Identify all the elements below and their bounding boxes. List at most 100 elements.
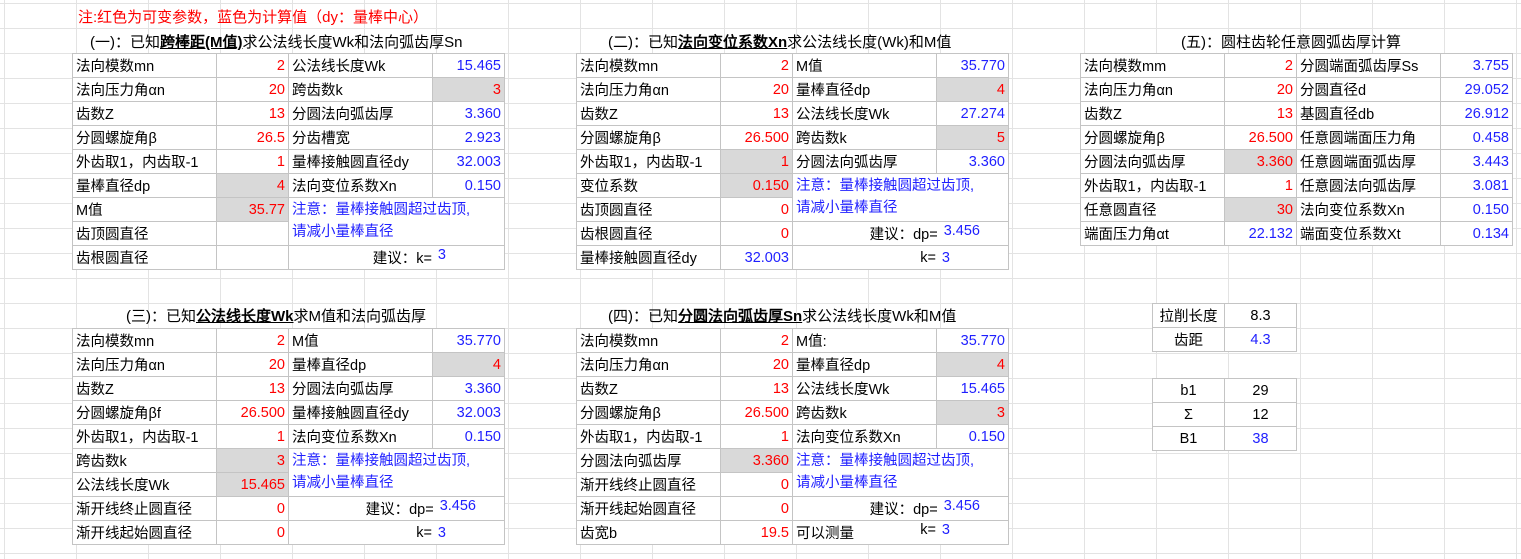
cell-label[interactable]: 法向模数mn (72, 53, 217, 78)
cell-calc[interactable]: 29.052 (1440, 77, 1513, 102)
cell-calc[interactable]: 15.465 (936, 376, 1009, 401)
cell-input[interactable]: 15.465 (216, 472, 289, 497)
cell-input[interactable]: 19.5 (720, 520, 793, 545)
cell-calc[interactable]: 3.081 (1440, 173, 1513, 198)
cell-input[interactable]: 3 (432, 77, 505, 102)
cell-label[interactable]: 量棒直径dp (792, 77, 937, 102)
cell-label[interactable]: 分圆螺旋角β (576, 125, 721, 150)
cell-label[interactable]: 分圆直径d (1296, 77, 1441, 102)
cell-input[interactable]: 30 (1224, 197, 1297, 222)
cell-label[interactable]: 任意圆端面弧齿厚 (1296, 149, 1441, 174)
cell-label[interactable]: 公法线长度Wk (792, 101, 937, 126)
cell-label[interactable]: 量棒直径dp (288, 352, 433, 377)
cell-input[interactable]: 0 (720, 496, 793, 521)
cell-label[interactable]: 法向模数mm (1080, 53, 1225, 78)
cell-input[interactable]: 26.5 (216, 125, 289, 150)
cell-label[interactable]: 基圆直径db (1296, 101, 1441, 126)
cell-label[interactable]: 法向压力角αn (72, 352, 217, 377)
suggestion-cell[interactable]: 建议：dp= 3.456 (792, 496, 1009, 521)
cell-input[interactable]: 1 (1224, 173, 1297, 198)
cell-calc[interactable]: 35.770 (936, 328, 1009, 353)
cell-label[interactable]: 分圆端面弧齿厚Ss (1296, 53, 1441, 78)
cell-label[interactable]: 分圆螺旋角β (72, 125, 217, 150)
cell-input[interactable]: 20 (720, 77, 793, 102)
cell-label[interactable]: 端面变位系数Xt (1296, 221, 1441, 246)
cell-label[interactable]: 分齿槽宽 (288, 125, 433, 150)
cell-input[interactable]: 13 (216, 101, 289, 126)
cell-calc[interactable]: 0.150 (432, 424, 505, 449)
cell-value[interactable]: 8.3 (1224, 303, 1297, 328)
cell-input[interactable]: 5 (936, 125, 1009, 150)
cell-input[interactable]: 1 (720, 149, 793, 174)
cell-label[interactable]: 端面压力角αt (1080, 221, 1225, 246)
cell-input[interactable]: 2 (720, 53, 793, 78)
cell-label[interactable]: Σ (1152, 402, 1225, 427)
cell-value[interactable]: 29 (1224, 378, 1297, 403)
cell-label[interactable]: 齿顶圆直径 (576, 197, 721, 222)
cell-input[interactable]: 2 (216, 328, 289, 353)
cell-input[interactable]: 2 (720, 328, 793, 353)
cell-calc[interactable]: 38 (1224, 426, 1297, 451)
cell-input[interactable]: 20 (720, 352, 793, 377)
cell-input[interactable]: 2 (216, 53, 289, 78)
cell-label[interactable]: M值 (288, 328, 433, 353)
cell-label[interactable]: 法向模数mn (72, 328, 217, 353)
suggestion-cell[interactable]: 建议：k= 3 (288, 245, 505, 270)
cell-label[interactable]: 分圆法向弧齿厚 (576, 448, 721, 473)
cell-label[interactable]: 渐开线起始圆直径 (72, 520, 217, 545)
cell-label[interactable]: 渐开线起始圆直径 (576, 496, 721, 521)
cell-calc[interactable]: 0.134 (1440, 221, 1513, 246)
cell-calc[interactable]: 26.912 (1440, 101, 1513, 126)
cell-label[interactable]: 齿数Z (576, 101, 721, 126)
cell-input[interactable]: 20 (1224, 77, 1297, 102)
cell-input[interactable]: 3 (216, 448, 289, 473)
cell-label[interactable]: 法向压力角αn (576, 352, 721, 377)
cell-input[interactable]: 4 (432, 352, 505, 377)
cell-calc[interactable]: 15.465 (432, 53, 505, 78)
cell-label[interactable]: 齿距 (1152, 327, 1225, 352)
cell-value[interactable]: 12 (1224, 402, 1297, 427)
cell-label[interactable]: 跨齿数k (72, 448, 217, 473)
measure-cell[interactable]: 可以测量 k= 3 (792, 520, 1009, 545)
cell-label[interactable]: 公法线长度Wk (792, 376, 937, 401)
cell-label[interactable]: 跨齿数k (792, 125, 937, 150)
cell-label[interactable]: 法向变位系数Xn (288, 173, 433, 198)
cell-label[interactable]: B1 (1152, 426, 1225, 451)
cell-label[interactable]: 外齿取1，内齿取-1 (72, 149, 217, 174)
cell-calc[interactable]: 3.755 (1440, 53, 1513, 78)
cell-calc[interactable]: 32.003 (432, 400, 505, 425)
cell-calc[interactable]: 2.923 (432, 125, 505, 150)
cell-label[interactable]: 量棒直径dp (72, 173, 217, 198)
cell-input[interactable]: 20 (216, 352, 289, 377)
cell-label[interactable]: 分圆螺旋角βf (72, 400, 217, 425)
cell-label[interactable]: 齿数Z (576, 376, 721, 401)
cell-calc[interactable]: 0.150 (936, 424, 1009, 449)
cell-label[interactable]: 分圆法向弧齿厚 (1080, 149, 1225, 174)
cell-input[interactable]: 13 (720, 101, 793, 126)
cell-label[interactable]: 外齿取1，内齿取-1 (576, 149, 721, 174)
cell-label[interactable]: 法向压力角αn (576, 77, 721, 102)
cell-input[interactable]: 26.500 (1224, 125, 1297, 150)
cell-label[interactable]: 齿根圆直径 (576, 221, 721, 246)
k-suggestion-cell[interactable]: k= 3 (288, 520, 505, 545)
cell-input[interactable]: 35.77 (216, 197, 289, 222)
cell-calc[interactable]: 0.150 (432, 173, 505, 198)
cell-label[interactable]: 外齿取1，内齿取-1 (72, 424, 217, 449)
cell-label[interactable]: 法向变位系数Xn (1296, 197, 1441, 222)
cell-label[interactable]: 齿根圆直径 (72, 245, 217, 270)
cell-calc[interactable]: 3.360 (432, 101, 505, 126)
cell-calc[interactable]: 35.770 (432, 328, 505, 353)
cell-label[interactable]: 任意圆直径 (1080, 197, 1225, 222)
cell-label[interactable]: 齿顶圆直径 (72, 221, 217, 246)
cell-label[interactable]: 公法线长度Wk (72, 472, 217, 497)
cell-empty[interactable] (216, 221, 289, 246)
cell-input[interactable]: 3.360 (1224, 149, 1297, 174)
cell-label[interactable]: M值 (72, 197, 217, 222)
cell-label[interactable]: 量棒接触圆直径dy (576, 245, 721, 270)
cell-label[interactable]: 量棒接触圆直径dy (288, 149, 433, 174)
cell-label[interactable]: 法向模数mn (576, 328, 721, 353)
cell-label[interactable]: 量棒接触圆直径dy (288, 400, 433, 425)
cell-input[interactable]: 1 (720, 424, 793, 449)
cell-input[interactable]: 4 (216, 173, 289, 198)
cell-calc[interactable]: 35.770 (936, 53, 1009, 78)
